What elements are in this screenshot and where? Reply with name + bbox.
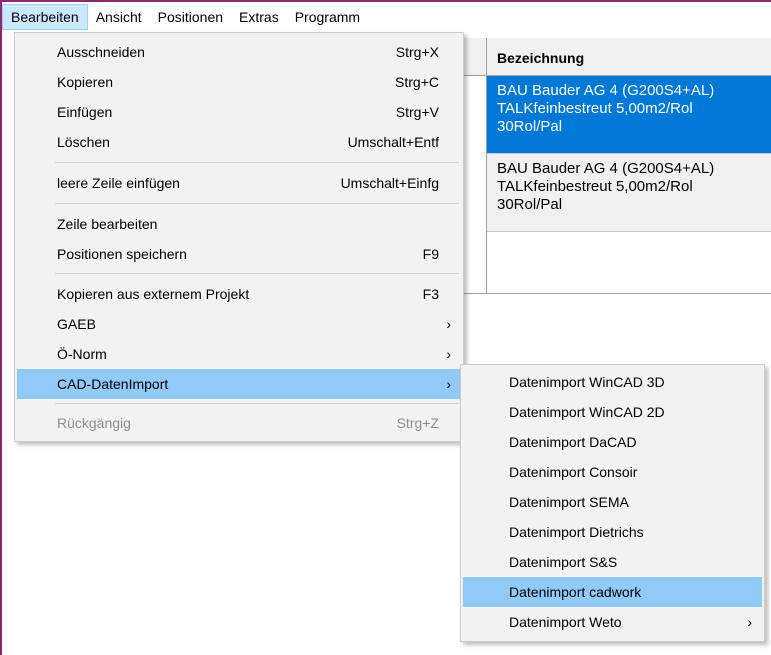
edit-menu-dropdown: Ausschneiden Strg+X Kopieren Strg+C Einf… [14, 32, 464, 442]
menu-item-zeile-bearbeiten[interactable]: Zeile bearbeiten [17, 209, 461, 239]
submenu-item-s-and-s[interactable]: Datenimport S&S [463, 547, 762, 577]
menu-item-label: Datenimport WinCAD 3D [509, 374, 665, 390]
menu-item-label: Ö-Norm [57, 346, 107, 362]
menu-item-shortcut: Strg+V [395, 104, 439, 120]
menu-item-label: Einfügen [57, 104, 113, 120]
menu-item-label: Datenimport S&S [509, 554, 618, 570]
submenu-item-cadwork[interactable]: Datenimport cadwork [463, 577, 762, 607]
chevron-right-icon: › [446, 346, 451, 362]
menu-programm[interactable]: Programm [287, 4, 368, 30]
menu-item-label: leere Zeile einfügen [57, 175, 180, 191]
menu-separator [55, 162, 459, 163]
menu-item-oe-norm[interactable]: Ö-Norm › [17, 339, 461, 369]
menu-item-positionen-speichern[interactable]: Positionen speichern F9 [17, 239, 461, 269]
menu-item-shortcut: Strg+C [395, 74, 439, 90]
menu-item-einfuegen[interactable]: Einfügen Strg+V [17, 97, 461, 127]
submenu-item-dacad[interactable]: Datenimport DaCAD [463, 427, 762, 457]
menu-extras[interactable]: Extras [231, 4, 287, 30]
menu-item-leere-zeile-einfuegen[interactable]: leere Zeile einfügen Umschalt+Einfg [17, 168, 461, 198]
row-line: BAU Bauder AG 4 (G200S4+AL) [497, 160, 715, 177]
submenu-item-consoir[interactable]: Datenimport Consoir [463, 457, 762, 487]
menu-positionen[interactable]: Positionen [150, 4, 231, 30]
menu-item-kopieren-aus-externem-projekt[interactable]: Kopieren aus externem Projekt F3 [17, 279, 461, 309]
menu-item-shortcut: F9 [422, 246, 439, 262]
menu-item-label: Positionen speichern [57, 246, 187, 262]
menu-item-kopieren[interactable]: Kopieren Strg+C [17, 67, 461, 97]
menu-item-label: Kopieren aus externem Projekt [57, 286, 250, 302]
menu-separator [55, 403, 459, 404]
row-line: TALKfeinbestreut 5,00m2/Rol [497, 100, 693, 117]
chevron-right-icon: › [446, 376, 451, 392]
menu-item-label: Zeile bearbeiten [57, 216, 158, 232]
row-line: 30Rol/Pal [497, 196, 563, 213]
submenu-item-weto[interactable]: Datenimport Weto › [463, 607, 762, 637]
menu-item-rueckgaengig: Rückgängig Strg+Z [17, 408, 461, 438]
submenu-item-wincad-2d[interactable]: Datenimport WinCAD 2D [463, 397, 762, 427]
submenu-item-wincad-3d[interactable]: Datenimport WinCAD 3D [463, 367, 762, 397]
menu-separator [55, 203, 459, 204]
submenu-item-sema[interactable]: Datenimport SEMA [463, 487, 762, 517]
menu-bar: Bearbeiten Ansicht Positionen Extras Pro… [2, 2, 771, 32]
positions-grid: Bezeichnung BAU Bauder AG 4 (G200S4+AL) … [440, 38, 771, 294]
menu-item-loeschen[interactable]: Löschen Umschalt+Entf [17, 127, 461, 157]
row-line: BAU Bauder AG 4 (G200S4+AL) [497, 82, 715, 99]
menu-item-cad-datenimport[interactable]: CAD-DatenImport › [17, 369, 461, 399]
menu-item-label: Datenimport WinCAD 2D [509, 404, 665, 420]
menu-item-label: Kopieren [57, 74, 114, 90]
menu-item-gaeb[interactable]: GAEB › [17, 309, 461, 339]
row-line: 30Rol/Pal [497, 118, 563, 135]
grid-row[interactable]: BAU Bauder AG 4 (G200S4+AL) TALKfeinbest… [487, 154, 771, 232]
menu-item-label: Datenimport Weto [509, 614, 622, 630]
menu-item-label: GAEB [57, 316, 96, 332]
row-line: TALKfeinbestreut 5,00m2/Rol [497, 178, 693, 195]
menu-item-label: Datenimport DaCAD [509, 434, 637, 450]
menu-item-label: Löschen [57, 134, 110, 150]
menu-ansicht[interactable]: Ansicht [88, 4, 150, 30]
menu-item-label: Datenimport SEMA [509, 494, 629, 510]
submenu-item-dietrichs[interactable]: Datenimport Dietrichs [463, 517, 762, 547]
menu-item-label: Datenimport Dietrichs [509, 524, 644, 540]
menu-item-label: Datenimport cadwork [509, 584, 642, 600]
column-header-bezeichnung[interactable]: Bezeichnung [487, 38, 771, 76]
menu-item-shortcut: F3 [422, 286, 439, 302]
menu-item-label: Ausschneiden [57, 44, 145, 60]
menu-item-label: Rückgängig [57, 415, 131, 431]
menu-separator [55, 273, 459, 274]
chevron-right-icon: › [446, 316, 451, 332]
menu-item-shortcut: Strg+X [395, 44, 439, 60]
menu-item-label: CAD-DatenImport [57, 376, 169, 392]
menu-item-ausschneiden[interactable]: Ausschneiden Strg+X [17, 37, 461, 67]
menu-bearbeiten[interactable]: Bearbeiten [2, 4, 88, 30]
grid-row-selected[interactable]: BAU Bauder AG 4 (G200S4+AL) TALKfeinbest… [487, 76, 771, 154]
menu-item-shortcut: Strg+Z [396, 415, 439, 431]
menu-item-shortcut: Umschalt+Entf [347, 134, 439, 150]
cad-datenimport-submenu: Datenimport WinCAD 3D Datenimport WinCAD… [460, 364, 765, 642]
menu-item-label: Datenimport Consoir [509, 464, 638, 480]
chevron-right-icon: › [747, 614, 752, 630]
menu-item-shortcut: Umschalt+Einfg [340, 175, 439, 191]
